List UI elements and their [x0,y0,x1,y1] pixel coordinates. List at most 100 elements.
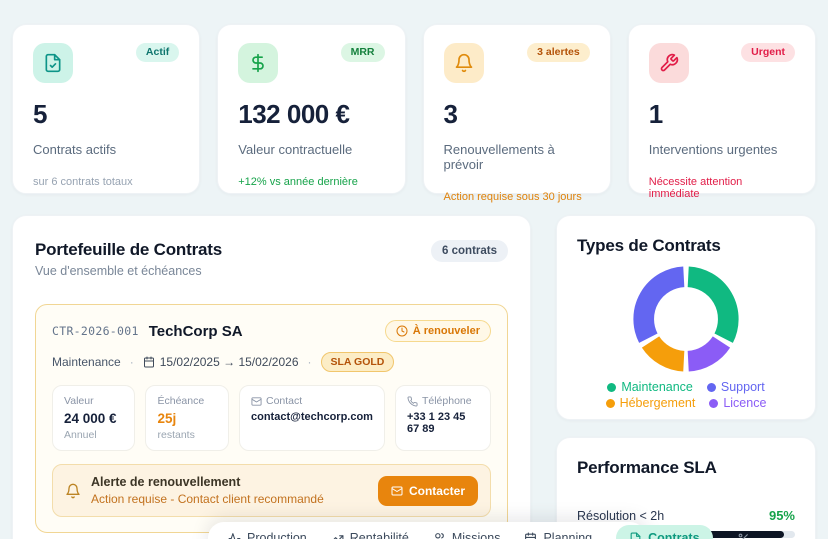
status-badge: MRR [340,43,385,62]
contract-card-techcorp[interactable]: CTR-2026-001 TechCorp SA À renouveler Ma… [35,304,508,533]
portfolio-panel: Portefeuille de Contrats Vue d'ensemble … [12,215,531,539]
status-badge: Urgent [741,43,795,62]
tab-label: Production [247,531,307,539]
contract-type: Maintenance [52,355,121,369]
contact-button-label: Contacter [408,483,465,498]
stat-label: Interventions urgentes [648,142,778,157]
tab-label: Planning [543,531,593,539]
panel-title: Types de Contrats [577,236,721,255]
panel-title: Portefeuille de Contrats [35,240,222,259]
legend-label: Licence [723,396,767,410]
bottom-tab-bar: Production Rentabilité Missions Planning… [208,522,748,539]
detail-sub: restants [157,429,195,441]
legend-item: Maintenance [607,380,693,395]
percent-icon [737,532,750,539]
detail-sub: Annuel [64,429,97,441]
stat-card-valeur: MRR 132 000 € Valeur contractuelle +12% … [217,24,406,194]
contract-types-panel: Types de Contrats Maintenance Support Hébe… [556,215,816,420]
activity-icon [228,532,241,539]
status-badge: Actif [135,43,180,62]
sla-metric-label: Résolution < 2h [577,508,665,523]
calendar-icon [143,356,155,368]
stat-card-interventions: Urgent 1 Interventions urgentes Nécessit… [627,24,816,200]
legend-dot [709,399,719,408]
detail-contact: Contact contact@techcorp.com [238,385,385,451]
legend-label: Support [720,380,765,394]
tab-planning[interactable]: Planning [524,531,592,539]
phone-number: +33 1 23 45 67 89 [406,411,466,435]
stat-footnote: +12% vs année dernière [238,176,358,188]
bell-icon [65,483,81,499]
contract-count-badge: 6 contrats [431,240,508,262]
dollar-icon [238,43,279,83]
legend-label: Hébergement [619,396,696,410]
clock-icon [396,325,408,337]
tab-missions[interactable]: Missions [433,531,501,539]
legend-item: Support [706,380,765,395]
tab-rentabilite[interactable]: Rentabilité [331,531,409,539]
contract-ref: CTR-2026-001 [52,324,139,338]
alert-title: Alerte de renouvellement [91,475,241,489]
legend-dot [607,383,617,392]
renewal-status-badge: À renouveler [384,320,491,342]
chart-legend: Maintenance Support Hébergement Licence [577,380,795,411]
sla-metric-value: 95% [768,508,795,523]
tab-contrats[interactable]: Contrats [616,525,713,539]
stat-label: Contrats actifs [33,142,117,157]
mail-icon [391,485,403,497]
renewal-status-label: À renouveler [412,325,480,337]
detail-label: Téléphone [421,395,472,407]
separator: · [129,355,134,369]
detail-label: Valeur [64,395,94,407]
legend-item: Hébergement [605,396,696,411]
legend-dot [605,399,615,408]
stat-label: Renouvellements à prévoir [443,142,555,172]
tab-partial-percent[interactable] [737,532,750,539]
legend-label: Maintenance [621,380,693,394]
stats-row: Actif 5 Contrats actifs sur 6 contrats t… [12,24,816,203]
stat-value: 1 [648,99,663,129]
stat-value: 5 [33,99,47,129]
users-icon [433,532,446,539]
file-check-icon [33,43,73,83]
contract-dates: 15/02/2025 → 15/02/2026 [159,355,299,369]
detail-valeur: Valeur 24 000 € Annuel [52,385,136,451]
contract-types-donut-chart [633,266,739,372]
phone-icon [407,395,418,407]
renewal-alert: Alerte de renouvellement Action requise … [52,464,491,517]
tab-production[interactable]: Production [228,531,307,539]
bell-icon [443,43,484,83]
stat-footnote: Nécessite attention immédiate [648,176,743,200]
status-badge: 3 alertes [527,43,590,62]
stat-card-contrats-actifs: Actif 5 Contrats actifs sur 6 contrats t… [12,24,201,194]
stat-footnote: Action requise sous 30 jours [443,191,582,203]
file-icon [629,532,642,539]
tab-label: Contrats [648,531,700,539]
contact-email: contact@techcorp.com [250,411,373,423]
separator: · [307,355,312,369]
trending-up-icon [331,532,344,539]
contract-name: TechCorp SA [148,322,243,340]
contact-button[interactable]: Contacter [377,475,478,506]
tab-label: Missions [451,531,501,539]
tab-label: Rentabilité [349,531,409,539]
alert-description: Action requise - Contact client recomman… [91,492,324,506]
detail-value: 25j [157,411,177,426]
stat-value: 132 000 € [238,99,350,129]
sla-badge: SLA GOLD [320,352,395,372]
legend-item: Licence [709,396,766,411]
calendar-icon [524,532,537,539]
detail-telephone: Téléphone +33 1 23 45 67 89 [394,385,491,451]
dashboard: Actif 5 Contrats actifs sur 6 contrats t… [0,0,828,539]
detail-echeance: Échéance 25j restants [145,385,229,451]
wrench-icon [648,43,689,83]
detail-label: Échéance [157,395,205,407]
detail-label: Contact [265,395,303,407]
mail-icon [251,396,262,407]
stat-value: 3 [443,99,458,129]
detail-value: 24 000 € [64,411,117,426]
stat-card-renouvellements: 3 alertes 3 Renouvellements à prévoir Ac… [422,24,611,203]
legend-dot [706,383,716,392]
panel-subtitle: Vue d'ensemble et échéances [35,264,202,278]
panel-title: Performance SLA [577,458,717,477]
